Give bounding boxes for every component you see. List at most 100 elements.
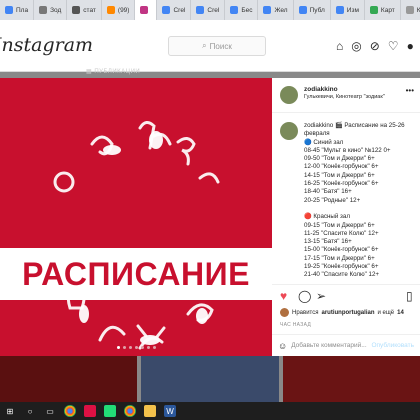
paint-icon[interactable] [104, 405, 116, 417]
grid-thumbnail[interactable] [282, 356, 420, 402]
liker-username[interactable]: arutiunportugalian [321, 310, 374, 316]
word-icon[interactable]: W [164, 405, 176, 417]
search-placeholder: Поиск [209, 41, 232, 51]
post-location[interactable]: Гулькевичи, Кинотеатр "зодиак" [304, 94, 385, 100]
caption-line: 18-40 "Батя" 16+ [304, 188, 352, 196]
post-detail-panel: zodiakkino Гулькевичи, Кинотеатр "зодиак… [272, 78, 420, 356]
comment-input[interactable]: Добавьте комментарий... [291, 342, 366, 349]
tab-label: Зод [50, 6, 62, 14]
carousel-dot [134, 346, 138, 349]
grid-thumbnail[interactable] [0, 356, 138, 402]
instagram-icon [140, 6, 149, 14]
caption-line: 14-15 "Том и Джерри" 6+ [304, 171, 375, 179]
post-caption: zodiakkino 🎬 Расписание на 25-26 февраля 🔵… [304, 122, 416, 280]
carousel-dot [140, 346, 144, 349]
map-icon [369, 6, 378, 14]
windows-taskbar: ⊞ ○ ▭ W [0, 402, 420, 420]
caption-line: 11-25 "Спасите Колю" 12+ [304, 229, 379, 237]
post-timestamp[interactable]: ЧАС НАЗАД [280, 322, 311, 328]
browser-tab[interactable]: Бес [225, 0, 259, 20]
browser-tab[interactable]: Жел [258, 0, 294, 20]
browser-tab[interactable]: Зод [34, 0, 68, 20]
caption-line: 09-50 "Том и Джерри" 6+ [304, 155, 375, 163]
browser-tab[interactable]: Карт [365, 0, 401, 20]
browser-tab[interactable]: (99) [102, 0, 136, 20]
browser-tab[interactable] [135, 0, 158, 20]
comment-box: ☺ Добавьте комментарий... Опубликовать [272, 334, 420, 356]
activity-icon[interactable]: ♡ [388, 39, 399, 53]
tab-label: Публ [309, 6, 325, 14]
like-icon[interactable]: ♥ [280, 290, 287, 302]
explorer-icon[interactable] [144, 405, 156, 417]
tab-label: Бес [241, 6, 253, 14]
explore-icon[interactable]: ⊘ [370, 39, 380, 53]
windows-icon[interactable]: ⊞ [4, 405, 16, 417]
post-image[interactable]: РАСПИСАНИЕ [0, 78, 272, 356]
caption-avatar[interactable] [280, 122, 298, 140]
zodiac-signs-illustration [53, 121, 220, 350]
caption-line: 🔵 Синий зал [304, 138, 344, 146]
share-icon[interactable]: ➢ [316, 290, 326, 302]
home-icon[interactable]: ⌂ [336, 39, 343, 53]
caption-line: февраля [304, 130, 330, 138]
chart-icon [72, 6, 81, 14]
media-icon[interactable] [84, 405, 96, 417]
tab-label: Жел [274, 6, 288, 14]
post-header: zodiakkino Гулькевичи, Кинотеатр "зодиак… [272, 78, 420, 113]
schedule-banner: РАСПИСАНИЕ [0, 248, 272, 300]
tab-label: Crel [173, 6, 186, 14]
chrome-icon[interactable] [124, 405, 136, 417]
task-view-icon[interactable]: ▭ [44, 405, 56, 417]
more-options-icon[interactable]: ••• [406, 86, 414, 95]
likes-suffix: и ещё [377, 309, 395, 316]
emoji-icon[interactable]: ☺ [278, 341, 287, 351]
google-icon [263, 6, 272, 14]
likes-prefix: Нравится [292, 309, 319, 316]
publish-button[interactable]: Опубликовать [371, 342, 414, 349]
tab-label: Изм [346, 6, 359, 14]
google-icon [335, 6, 344, 14]
google-icon [298, 6, 307, 14]
instagram-header: Instagram ⌕ Поиск ⌂ ◎ ⊘ ♡ ● [0, 20, 420, 72]
avatar[interactable] [280, 86, 298, 104]
aries-icon [198, 172, 220, 184]
browser-tab[interactable]: Публ [294, 0, 331, 20]
browser-tab[interactable]: Конт [401, 0, 420, 20]
caption-line: 13-15 "Батя" 16+ [304, 238, 352, 246]
chrome-icon[interactable] [64, 405, 76, 417]
carousel-dot [116, 346, 120, 349]
search-input[interactable]: ⌕ Поиск [168, 36, 266, 56]
browser-tab[interactable]: стат [67, 0, 102, 20]
browser-tab[interactable]: Crel [191, 0, 226, 20]
profile-icon[interactable]: ● [407, 39, 414, 53]
google-icon [162, 6, 171, 14]
search-icon[interactable]: ○ [24, 405, 36, 417]
google-icon [196, 6, 205, 14]
browser-tab[interactable]: Crel [157, 0, 192, 20]
grid-thumbnail[interactable] [141, 356, 279, 402]
caption-line: 08-45 "Мульт в кино" №122 0+ [304, 146, 391, 154]
save-icon[interactable]: ▯ [406, 290, 413, 302]
carousel-dot [152, 346, 156, 349]
instagram-logo[interactable]: Instagram [0, 34, 93, 56]
browser-tab[interactable]: Пла [0, 0, 35, 20]
messenger-icon[interactable]: ◎ [351, 39, 361, 53]
mail-icon [106, 6, 115, 14]
comment-icon[interactable]: ◯ [298, 290, 311, 302]
caption-line: 15-00 "Конёк-горбунок" 6+ [304, 246, 379, 254]
browser-tab[interactable]: Изм [331, 0, 365, 20]
carousel-dot [146, 346, 150, 349]
pisces-icon [176, 137, 196, 166]
tab-label: стат [83, 6, 96, 14]
tab-label: Карт [380, 6, 395, 14]
background-post-grid [0, 356, 420, 402]
caption-line: 19-25 "Конёк-горбунок" 6+ [304, 263, 379, 271]
caption-line: 09-15 "Том и Джерри" 6+ [304, 221, 375, 229]
tab-label: Crel [207, 6, 220, 14]
post-actions: ♥ ◯ ➢ ▯ [272, 284, 420, 307]
post-username[interactable]: zodiakkino [304, 86, 338, 93]
likes-count[interactable]: 14 [397, 310, 404, 316]
carousel-indicator [0, 346, 272, 349]
leo-icon [98, 325, 126, 342]
tab-label: (99) [117, 6, 130, 14]
